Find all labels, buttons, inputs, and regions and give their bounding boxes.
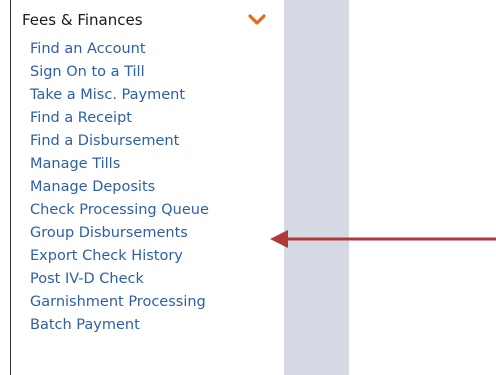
- menu-header-fees-finances[interactable]: Fees & Finances: [22, 10, 143, 30]
- menu-item-manage-tills[interactable]: Manage Tills: [30, 153, 209, 176]
- menu-item-find-an-account[interactable]: Find an Account: [30, 38, 209, 61]
- chevron-down-icon[interactable]: [247, 12, 267, 28]
- menu-item-check-processing-queue[interactable]: Check Processing Queue: [30, 199, 209, 222]
- menu-item-list: Find an Account Sign On to a Till Take a…: [30, 38, 209, 337]
- menu-item-export-check-history[interactable]: Export Check History: [30, 245, 209, 268]
- menu-item-garnishment-processing[interactable]: Garnishment Processing: [30, 291, 209, 314]
- menu-item-sign-on-to-a-till[interactable]: Sign On to a Till: [30, 61, 209, 84]
- screen: Fees & Finances Find an Account Sign On …: [0, 0, 496, 375]
- menu-item-batch-payment[interactable]: Batch Payment: [30, 314, 209, 337]
- menu-item-group-disbursements[interactable]: Group Disbursements: [30, 222, 209, 245]
- menu-item-manage-deposits[interactable]: Manage Deposits: [30, 176, 209, 199]
- menu-item-post-iv-d-check[interactable]: Post IV-D Check: [30, 268, 209, 291]
- menu-item-take-a-misc-payment[interactable]: Take a Misc. Payment: [30, 84, 209, 107]
- menu-item-find-a-disbursement[interactable]: Find a Disbursement: [30, 130, 209, 153]
- menu-item-find-a-receipt[interactable]: Find a Receipt: [30, 107, 209, 130]
- content-side-panel: [284, 0, 349, 375]
- arrow-left-icon: [270, 230, 496, 248]
